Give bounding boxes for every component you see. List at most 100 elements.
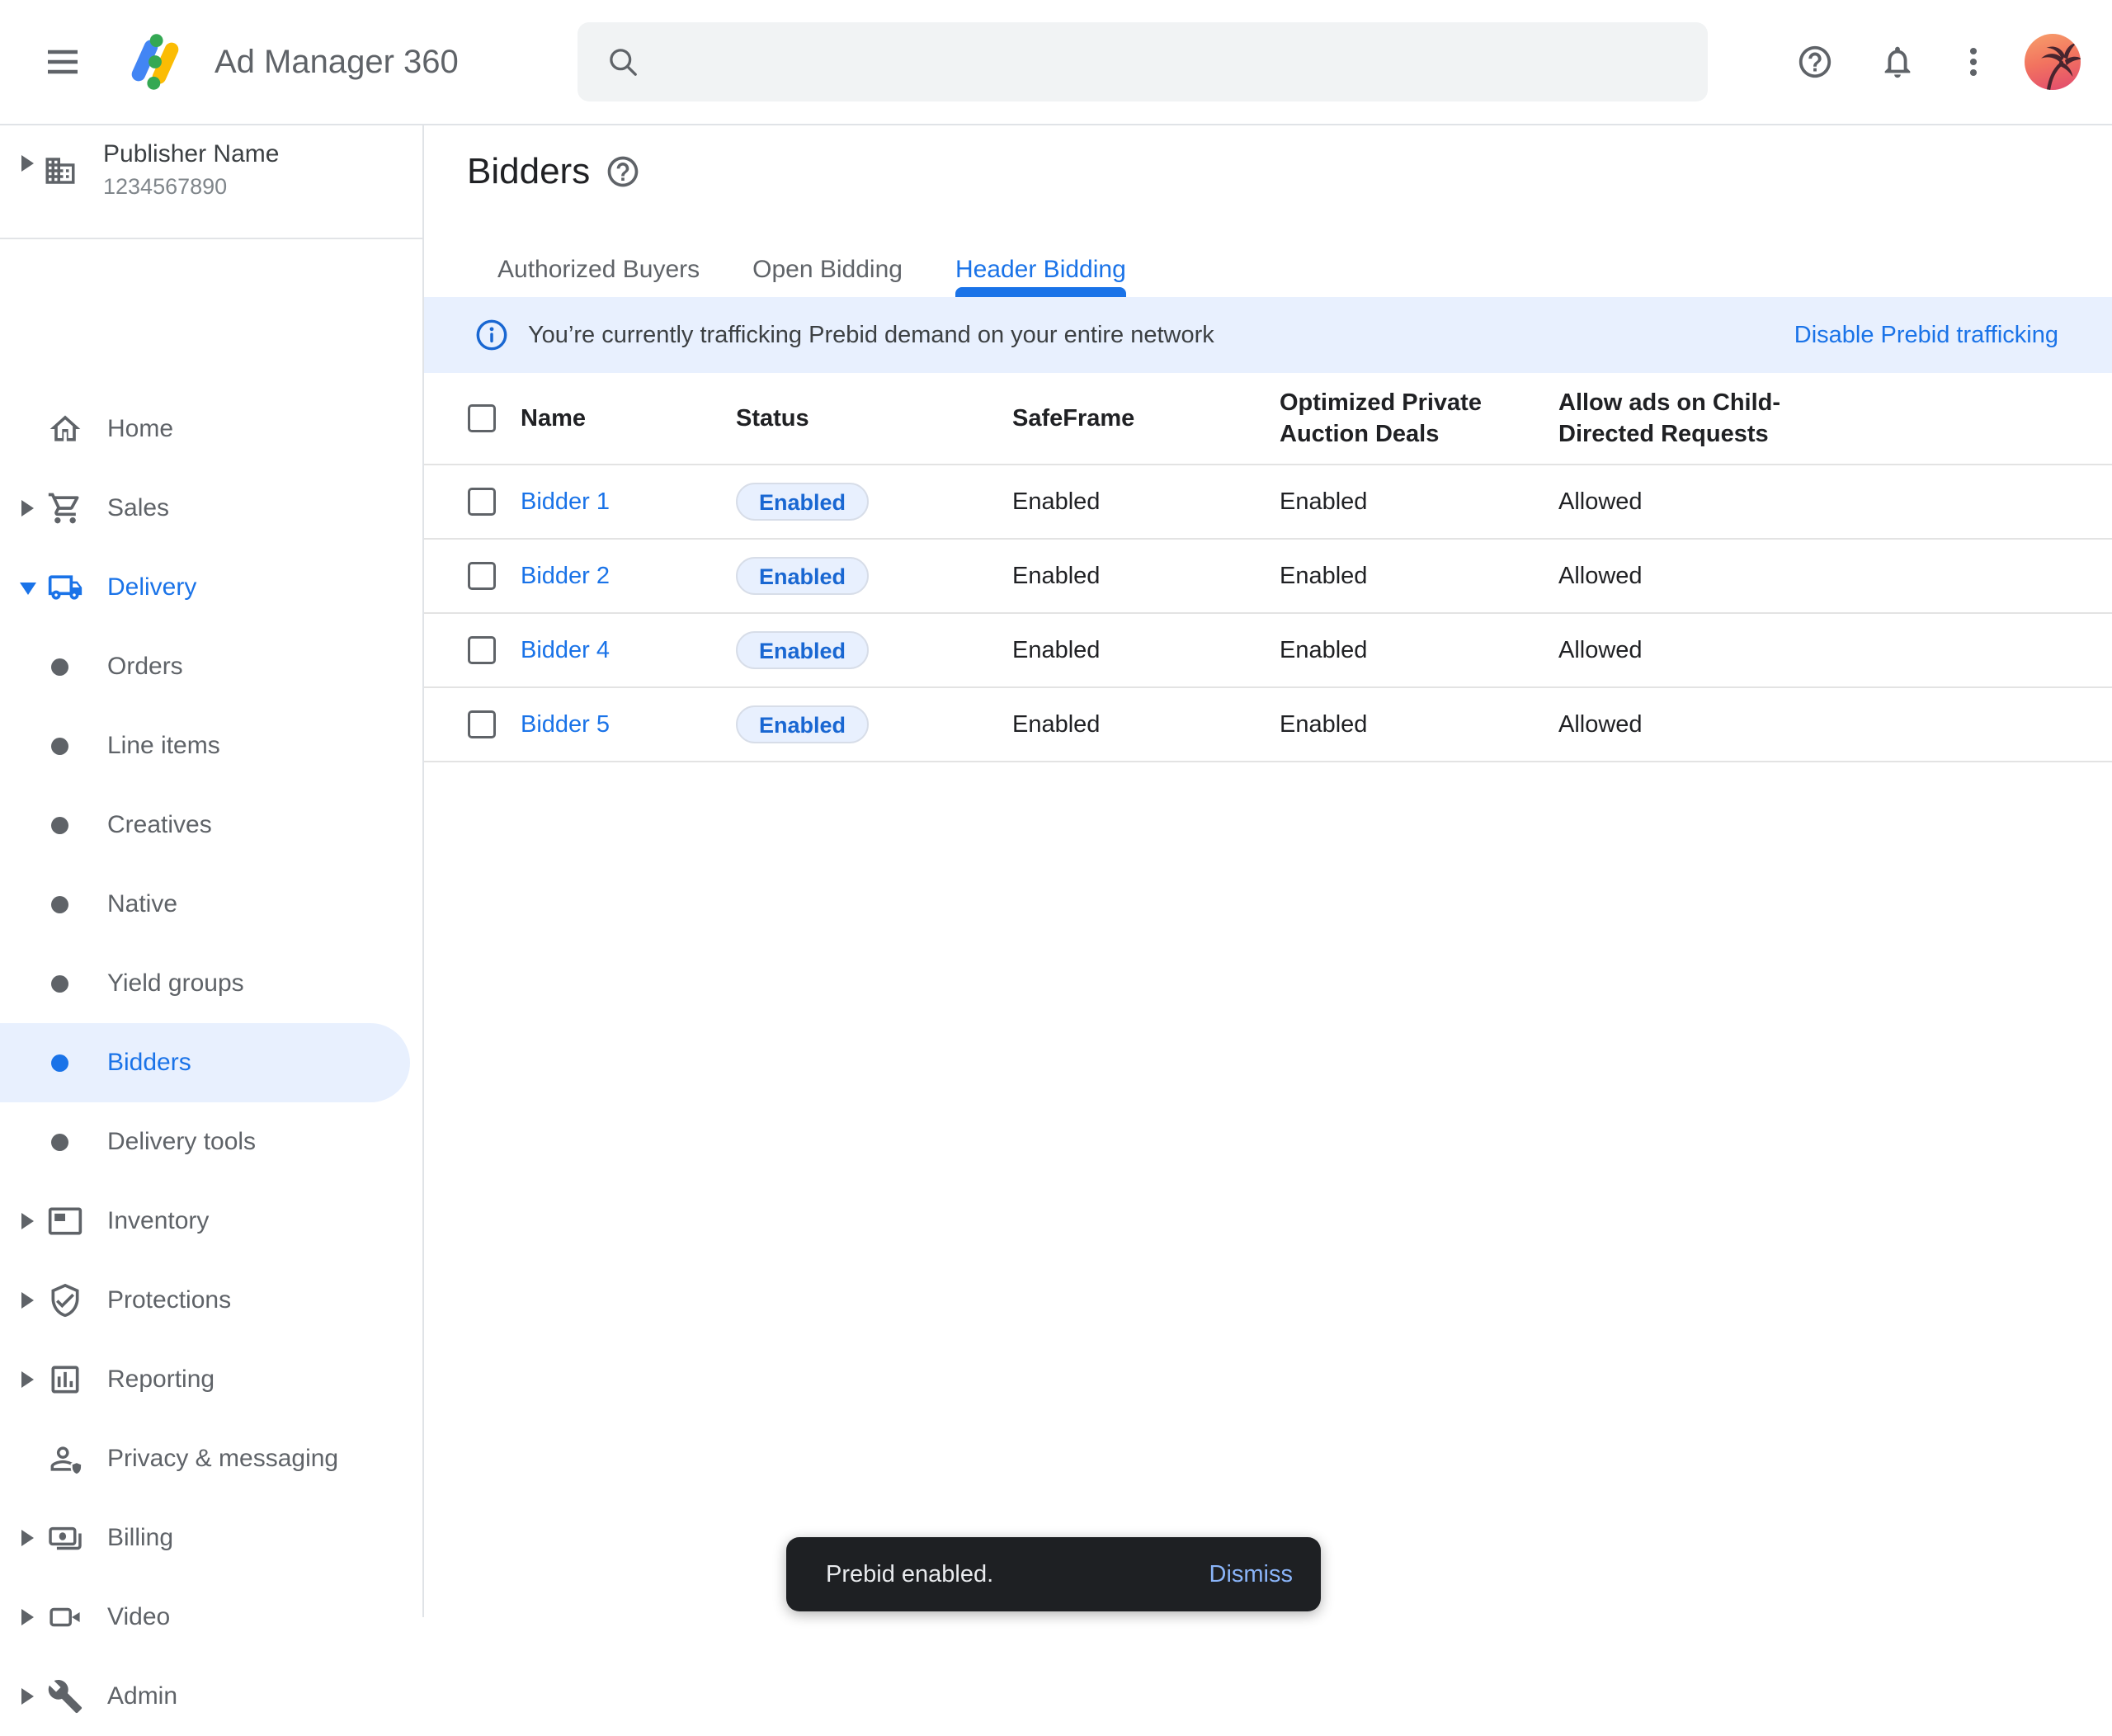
safeframe-value: Enabled [1012, 486, 1100, 517]
column-header-status: Status [736, 403, 809, 434]
expand-right-icon [21, 1530, 34, 1546]
palm-tree-graphic [2025, 34, 2081, 90]
child-directed-value: Allowed [1558, 560, 1798, 592]
notifications-bell-icon[interactable] [1879, 43, 1916, 81]
divider [0, 238, 422, 239]
row-checkbox[interactable] [468, 636, 496, 664]
publisher-network-code: 1234567890 [103, 172, 227, 201]
column-header-safeframe: SafeFrame [1012, 403, 1134, 434]
child-directed-value: Allowed [1558, 709, 1798, 740]
publisher-switcher[interactable]: Publisher Name 1234567890 [0, 124, 422, 238]
select-all-checkbox[interactable] [468, 404, 496, 432]
status-badge: Enabled [736, 631, 869, 669]
person-shield-icon [47, 1441, 83, 1477]
table-row: Bidder 4 Enabled Enabled Enabled Allowed [424, 614, 2112, 688]
sidebar-item-bidders[interactable]: Bidders [0, 1023, 410, 1102]
banner-message: You’re currently trafficking Prebid dema… [528, 318, 1214, 351]
row-checkbox[interactable] [468, 710, 496, 738]
status-badge: Enabled [736, 557, 869, 595]
top-app-bar: Ad Manager 360 [0, 0, 2112, 125]
wrench-icon [47, 1678, 83, 1715]
sidebar: Publisher Name 1234567890 Home Sales Del… [0, 124, 424, 1617]
info-icon [474, 317, 510, 353]
bullet-icon [51, 817, 68, 834]
sidebar-item-native[interactable]: Native [0, 865, 410, 944]
bullet-icon [51, 975, 68, 993]
opad-value: Enabled [1280, 560, 1486, 592]
delivery-truck-icon [47, 569, 83, 606]
more-options-icon[interactable] [1954, 43, 1992, 81]
expand-right-icon [21, 1292, 34, 1309]
sidebar-item-yield-groups[interactable]: Yield groups [0, 944, 410, 1023]
account-avatar[interactable] [2025, 34, 2081, 90]
info-banner: You’re currently trafficking Prebid dema… [423, 297, 2112, 373]
sidebar-item-protections[interactable]: Protections [0, 1261, 410, 1340]
sidebar-item-reporting[interactable]: Reporting [0, 1340, 410, 1419]
sidebar-item-privacy-messaging[interactable]: Privacy & messaging [0, 1419, 410, 1498]
expand-right-icon [21, 155, 34, 172]
bidder-link[interactable]: Bidder 1 [521, 486, 610, 517]
tab-open-bidding[interactable]: Open Bidding [752, 254, 903, 297]
safeframe-value: Enabled [1012, 560, 1100, 592]
page-help-icon[interactable] [605, 153, 641, 190]
building-icon [43, 153, 78, 188]
sidebar-item-line-items[interactable]: Line items [0, 706, 410, 785]
bidder-link[interactable]: Bidder 2 [521, 560, 610, 592]
status-badge: Enabled [736, 705, 869, 743]
tab-authorized-buyers[interactable]: Authorized Buyers [497, 254, 700, 297]
bar-chart-icon [47, 1361, 83, 1398]
sidebar-item-video[interactable]: Video [0, 1578, 410, 1657]
table-row: Bidder 5 Enabled Enabled Enabled Allowed [424, 688, 2112, 762]
table-row: Bidder 1 Enabled Enabled Enabled Allowed [424, 465, 2112, 540]
bullet-icon [51, 896, 68, 913]
bullet-icon [51, 1134, 68, 1151]
publisher-name: Publisher Name [103, 139, 279, 170]
sidebar-item-inventory[interactable]: Inventory [0, 1182, 410, 1261]
dismiss-button[interactable]: Dismiss [1209, 1561, 1294, 1588]
sidebar-item-admin[interactable]: Admin [0, 1657, 410, 1736]
expand-right-icon [21, 500, 34, 517]
snackbar-toast: Prebid enabled. Dismiss [786, 1537, 1321, 1611]
page-title: Bidders [467, 153, 590, 191]
expand-right-icon [21, 1609, 34, 1625]
column-header-optimized-private-auction-deals: Optimized Private Auction Deals [1280, 387, 1486, 450]
menu-icon[interactable] [43, 42, 82, 82]
row-checkbox[interactable] [468, 562, 496, 590]
bidder-link[interactable]: Bidder 5 [521, 709, 610, 740]
sidebar-item-creatives[interactable]: Creatives [0, 785, 410, 865]
bidders-table: Name Status SafeFrame Optimized Private … [424, 373, 2112, 762]
safeframe-value: Enabled [1012, 634, 1100, 666]
toast-message: Prebid enabled. [826, 1561, 993, 1588]
sidebar-item-sales[interactable]: Sales [0, 469, 410, 548]
column-header-child-directed-requests: Allow ads on Child-Directed Requests [1558, 387, 1798, 450]
tab-bar: Authorized Buyers Open Bidding Header Bi… [497, 254, 1126, 297]
expand-right-icon [21, 1371, 34, 1388]
sidebar-item-orders[interactable]: Orders [0, 627, 410, 706]
expand-right-icon [21, 1213, 34, 1229]
table-header-row: Name Status SafeFrame Optimized Private … [424, 373, 2112, 465]
sidebar-item-delivery-tools[interactable]: Delivery tools [0, 1102, 410, 1182]
child-directed-value: Allowed [1558, 634, 1798, 666]
search-icon [605, 44, 641, 80]
expand-right-icon [21, 1688, 34, 1705]
opad-value: Enabled [1280, 486, 1486, 517]
search-input[interactable] [660, 22, 1686, 103]
child-directed-value: Allowed [1558, 486, 1798, 517]
column-header-name: Name [521, 403, 586, 434]
sidebar-item-billing[interactable]: Billing [0, 1498, 410, 1578]
row-checkbox[interactable] [468, 488, 496, 516]
search-bar [578, 22, 1708, 101]
safeframe-value: Enabled [1012, 709, 1100, 740]
disable-prebid-trafficking-link[interactable]: Disable Prebid trafficking [1794, 318, 2058, 351]
tab-header-bidding[interactable]: Header Bidding [955, 254, 1126, 297]
sidebar-item-delivery[interactable]: Delivery [0, 548, 410, 627]
bullet-icon [51, 658, 68, 676]
bidder-link[interactable]: Bidder 4 [521, 634, 610, 666]
shopping-cart-icon [47, 490, 83, 526]
video-camera-icon [47, 1599, 83, 1635]
status-badge: Enabled [736, 483, 869, 521]
sidebar-item-home[interactable]: Home [0, 389, 410, 469]
ad-manager-logo-icon [122, 29, 188, 95]
expand-down-icon [20, 583, 36, 595]
help-icon[interactable] [1796, 43, 1834, 81]
